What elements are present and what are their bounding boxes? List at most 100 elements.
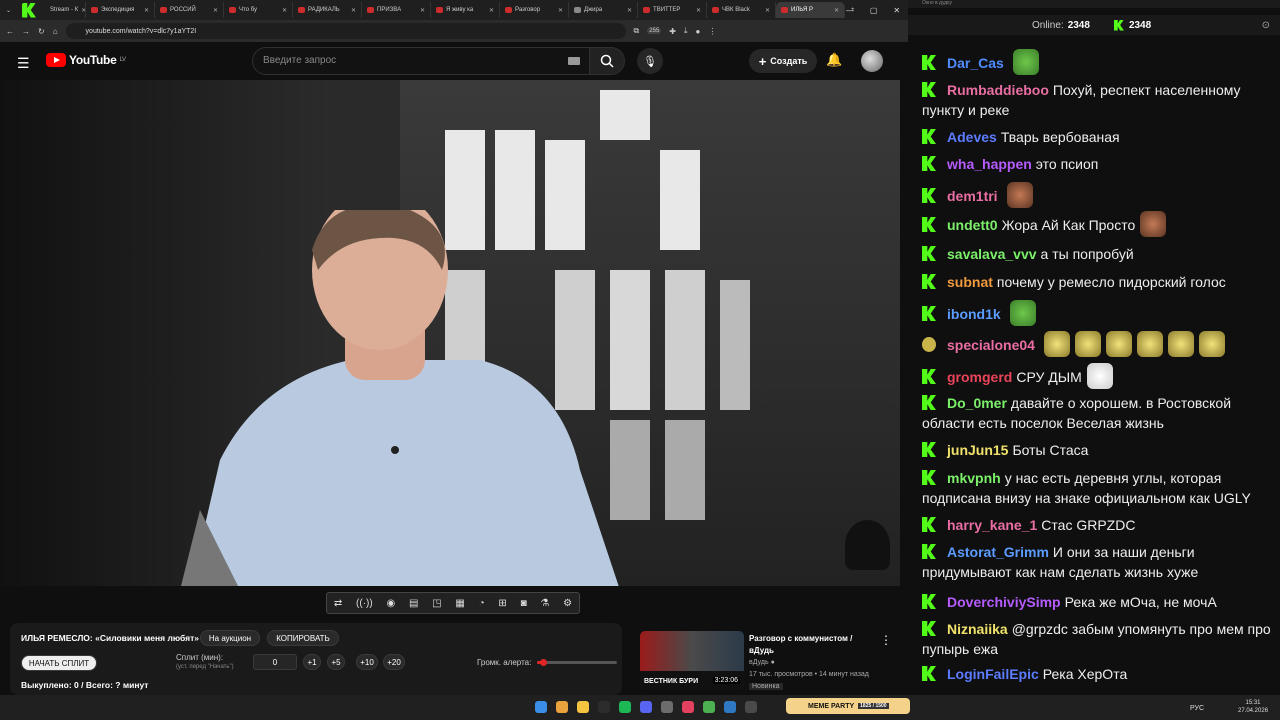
tab-close-icon[interactable]: ✕ xyxy=(489,7,494,14)
meme-party-widget[interactable]: MEME PARTY 1825 / 1500 xyxy=(786,698,910,714)
tab-menu-icon[interactable]: ⌄ xyxy=(0,7,17,14)
recommended-video[interactable]: ВЕСТНИК БУРИ 3:23:06 Разговор с коммунис… xyxy=(636,627,900,691)
taskbar-app-icon[interactable] xyxy=(682,701,694,713)
taskbar-app-icon[interactable] xyxy=(703,701,715,713)
browser-tab[interactable]: Экспедиция ✕ xyxy=(86,2,156,18)
chat-username[interactable]: ibond1k xyxy=(947,306,1001,322)
browser-tab[interactable]: Stream - К ✕ xyxy=(17,2,87,18)
chat-username[interactable]: mkvpnh xyxy=(947,470,1001,486)
chat-username[interactable]: junJun15 xyxy=(947,442,1008,458)
download-icon[interactable]: ⤓ xyxy=(684,26,688,36)
youtube-logo[interactable]: YouTube LV xyxy=(46,53,126,67)
minimize-icon[interactable]: — xyxy=(846,6,854,15)
tab-close-icon[interactable]: ✕ xyxy=(144,7,149,14)
maximize-icon[interactable]: ▢ xyxy=(870,6,878,15)
language-indicator[interactable]: РУС xyxy=(1190,705,1204,712)
chat-username[interactable]: undett0 xyxy=(947,217,998,233)
tab-close-icon[interactable]: ✕ xyxy=(627,7,632,14)
tab-close-icon[interactable]: ✕ xyxy=(213,7,218,14)
tab-close-icon[interactable]: ✕ xyxy=(696,7,701,14)
chat-username[interactable]: DoverchiviySimp xyxy=(947,594,1061,610)
forward-icon[interactable]: → xyxy=(22,27,30,36)
tab-close-icon[interactable]: ✕ xyxy=(420,7,425,14)
copy-button[interactable]: КОПИРОВАТЬ xyxy=(267,630,339,646)
back-icon[interactable]: ← xyxy=(6,27,14,36)
browser-tab[interactable]: Джира ✕ xyxy=(569,2,639,18)
video-player[interactable] xyxy=(0,80,900,586)
tab-close-icon[interactable]: ✕ xyxy=(351,7,356,14)
more-options-icon[interactable]: ⋮ xyxy=(880,633,892,647)
menu-icon[interactable]: ⋮ xyxy=(708,27,716,36)
profile-icon[interactable]: ● xyxy=(696,27,701,36)
split-minutes-input[interactable]: 0 xyxy=(253,654,297,670)
url-input[interactable]: youtube.com/watch?v=dlc7y1aYT2I xyxy=(65,23,626,39)
taskbar-folder-icon[interactable] xyxy=(577,701,589,713)
chat-username[interactable]: specialone04 xyxy=(947,337,1035,353)
gear-icon[interactable]: ⚙ xyxy=(563,598,572,609)
taskbar-app-icon[interactable] xyxy=(745,701,757,713)
browser-tab[interactable]: ТВИТТЕР ✕ xyxy=(638,2,708,18)
browser-tab[interactable]: РАДИКАЛЬ ✕ xyxy=(293,2,363,18)
chat-username[interactable]: savalava_vvv xyxy=(947,246,1037,262)
chat-username[interactable]: Do_0mer xyxy=(947,395,1007,411)
tab-close-icon[interactable]: ✕ xyxy=(558,7,563,14)
speed-icon[interactable]: ◔ xyxy=(479,598,485,609)
close-icon[interactable]: ✕ xyxy=(893,6,900,15)
chat-username[interactable]: subnat xyxy=(947,274,993,290)
search-input[interactable]: Введите запрос xyxy=(252,47,590,75)
video-thumbnail[interactable]: ВЕСТНИК БУРИ 3:23:06 xyxy=(640,631,744,689)
pip-icon[interactable]: ◳ xyxy=(432,598,441,609)
screenshot-icon[interactable]: ◉ xyxy=(386,598,395,609)
camera-icon[interactable]: ◙ xyxy=(521,598,527,609)
settings-icon[interactable]: ⊙ xyxy=(1262,20,1270,31)
flask-icon[interactable]: ⚗ xyxy=(540,598,549,609)
chat-username[interactable]: Astorat_Grimm xyxy=(947,544,1049,560)
browser-tab[interactable]: Что бу ✕ xyxy=(224,2,294,18)
browser-tab[interactable]: ЧВК Black ✕ xyxy=(707,2,777,18)
extension-icon[interactable]: ⧉ xyxy=(634,26,640,36)
taskbar-spotify-icon[interactable] xyxy=(619,701,631,713)
clip-icon[interactable]: ▦ xyxy=(455,598,464,609)
taskbar-windows-start-icon[interactable] xyxy=(535,701,547,713)
chat-username[interactable]: Adeves xyxy=(947,129,997,145)
chat-username[interactable]: Dar_Cas xyxy=(947,55,1004,71)
auction-button[interactable]: На аукцион xyxy=(200,630,260,646)
increment-button[interactable]: +1 xyxy=(303,654,321,670)
increment-button[interactable]: +5 xyxy=(327,654,345,670)
keyboard-icon[interactable] xyxy=(568,57,580,65)
recommended-title[interactable]: Разговор с коммунистом / вДудь xyxy=(749,633,874,657)
reload-icon[interactable]: ↻ xyxy=(38,27,45,36)
browser-tab[interactable]: Я живу ка ✕ xyxy=(431,2,501,18)
taskbar-chrome-icon[interactable] xyxy=(556,701,568,713)
add-icon[interactable]: ⊞ xyxy=(498,598,506,609)
notifications-bell-icon[interactable]: 🔔 xyxy=(826,52,842,68)
taskbar-telegram-icon[interactable] xyxy=(724,701,736,713)
mic-button[interactable]: 🎙 xyxy=(637,48,663,74)
increment-button[interactable]: +20 xyxy=(383,654,405,670)
create-button[interactable]: + Создать xyxy=(749,49,817,73)
tab-close-icon[interactable]: ✕ xyxy=(765,7,770,14)
film-icon[interactable]: ▤ xyxy=(409,598,418,609)
home-icon[interactable]: ⌂ xyxy=(53,27,58,36)
search-button[interactable] xyxy=(589,47,625,75)
browser-tab[interactable]: РОССИЙ ✕ xyxy=(155,2,225,18)
avatar[interactable] xyxy=(861,50,883,72)
chat-username[interactable]: LoginFailEpic xyxy=(947,666,1039,682)
volume-slider[interactable] xyxy=(537,659,617,666)
chat-username[interactable]: Rumbaddieboo xyxy=(947,82,1049,98)
chat-username[interactable]: gromgerd xyxy=(947,369,1012,385)
extensions-puzzle-icon[interactable]: ✚ xyxy=(669,27,676,36)
browser-tab[interactable]: ПРИЗВА ✕ xyxy=(362,2,432,18)
taskbar-steam-icon[interactable] xyxy=(598,701,610,713)
hamburger-icon[interactable]: ☰ xyxy=(17,55,30,72)
chat-username[interactable]: dem1tri xyxy=(947,188,998,204)
browser-tab[interactable]: Разговор ✕ xyxy=(500,2,570,18)
taskbar-discord-icon[interactable] xyxy=(640,701,652,713)
increment-button[interactable]: +10 xyxy=(356,654,378,670)
loop-icon[interactable]: ⇄ xyxy=(334,598,342,609)
chat-username[interactable]: Niznaiika xyxy=(947,621,1008,637)
browser-tab[interactable]: ИЛЬЯ Р ✕ xyxy=(776,2,846,18)
taskbar-app-icon[interactable] xyxy=(661,701,673,713)
chat-username[interactable]: harry_kane_1 xyxy=(947,517,1037,533)
chat-username[interactable]: wha_happen xyxy=(947,156,1032,172)
